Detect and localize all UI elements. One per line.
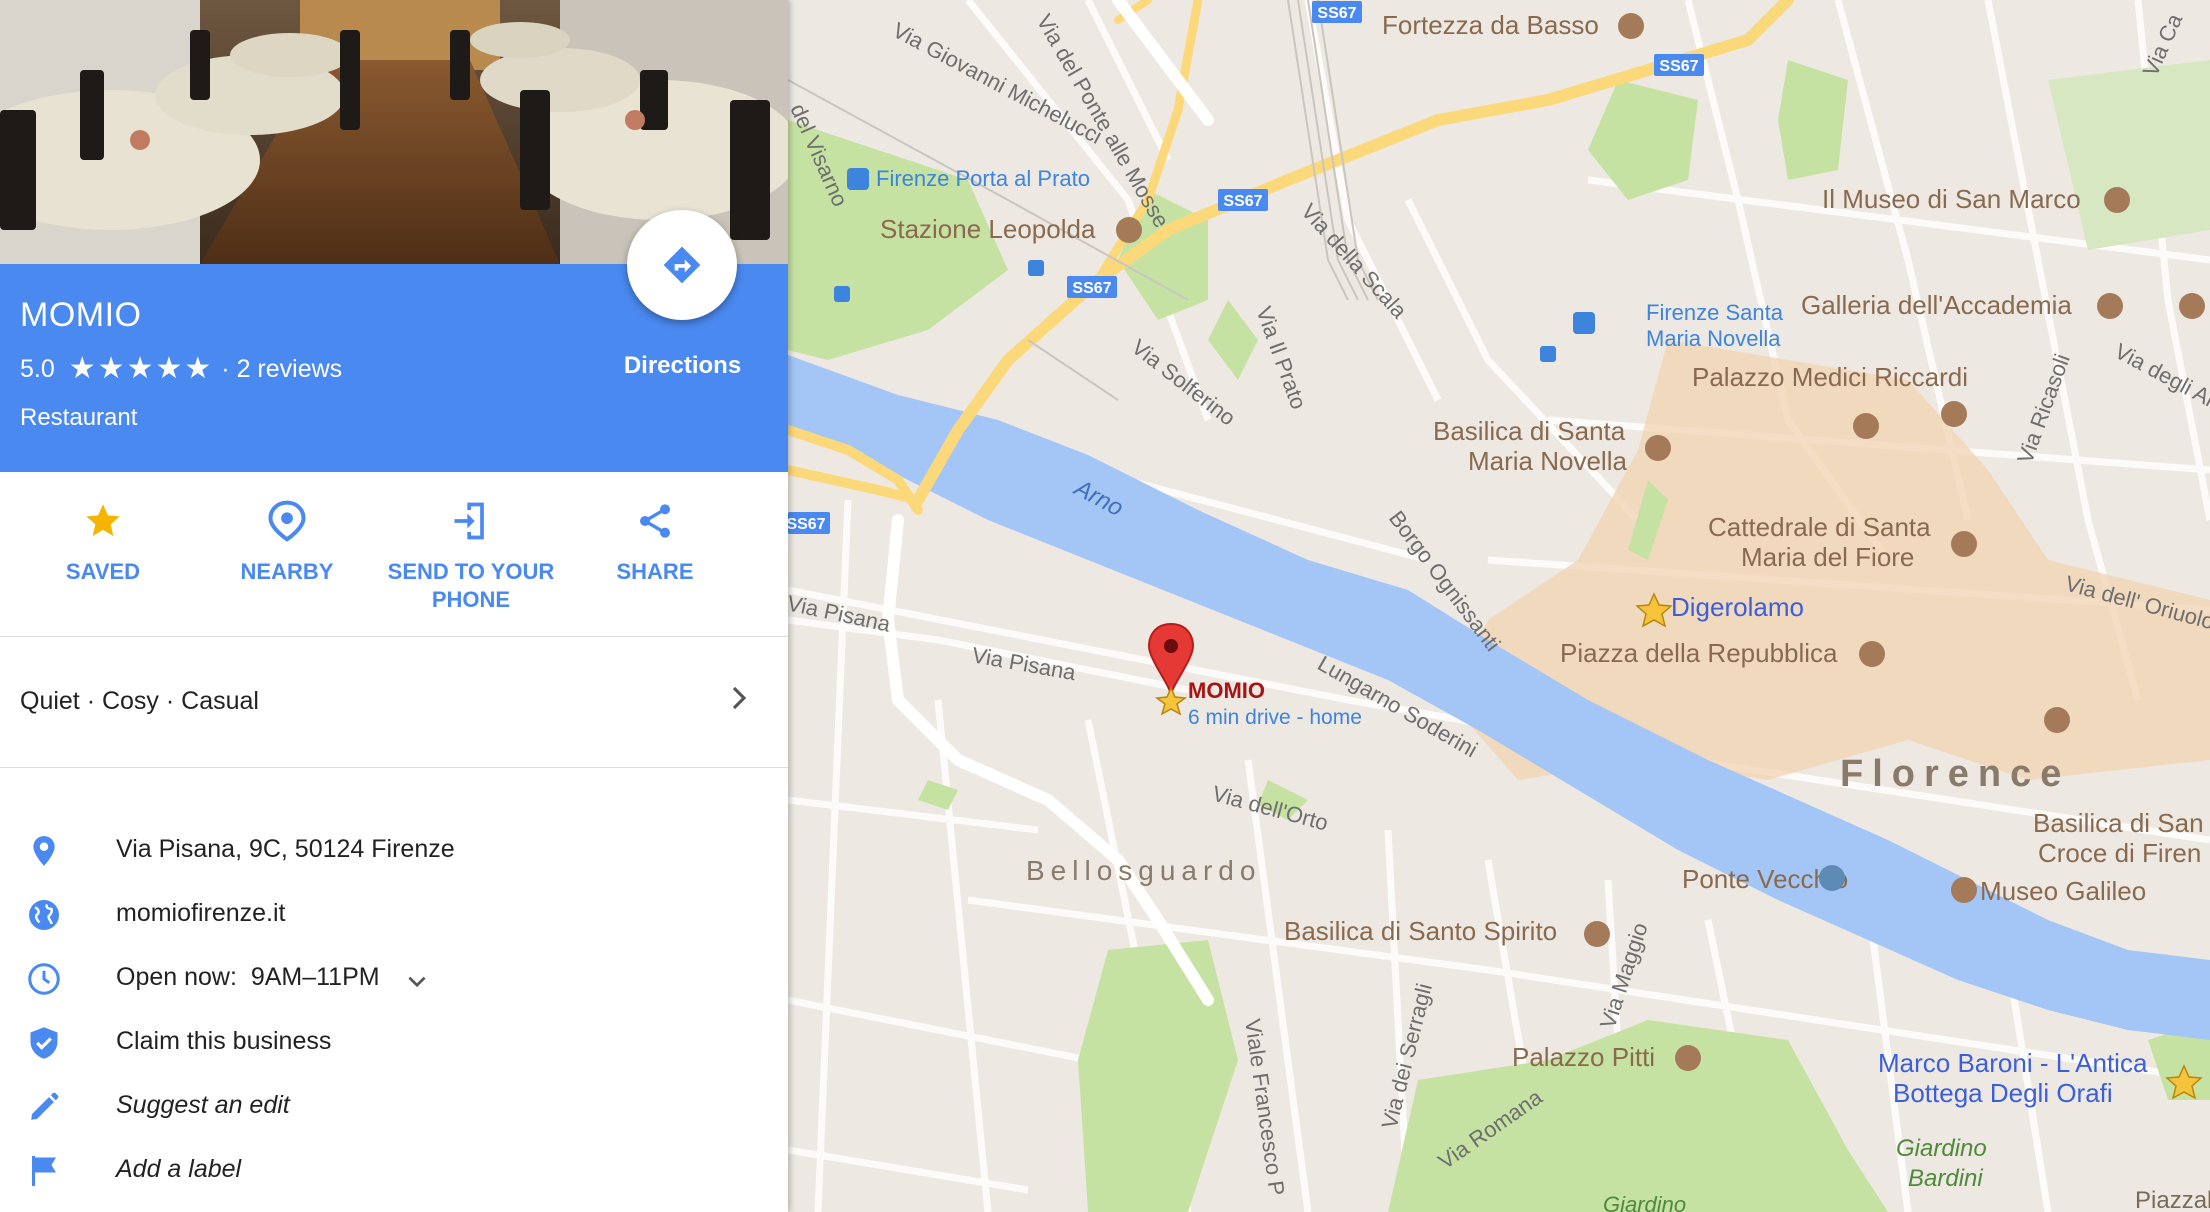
transit-label: Firenze Porta al Prato [876,166,1090,191]
claim-text: Claim this business [116,1027,332,1055]
saved-label: SAVED [65,559,141,584]
park-label: Bardini [1908,1165,1983,1192]
poi-label: Piazza della Repubblica [1560,638,1838,668]
directions-icon [663,246,701,284]
poi-label: Croce di Firen [2038,838,2201,868]
hours-text: Open now: 9AM–11PM [116,963,380,992]
road-shield-label: SS67 [1659,58,1698,75]
nearby-icon [268,500,306,542]
chevron-right-icon [732,686,747,710]
flag-icon [32,1156,56,1186]
place-label: Digerolamo [1671,592,1804,622]
pin-sublabel: 6 min drive - home [1188,706,1362,729]
nearby-button[interactable]: NEARBY [197,496,377,586]
globe-icon [29,900,59,930]
star-icon: ★ [68,352,96,385]
place-category[interactable]: Restaurant [20,404,137,432]
location-pin-icon [33,836,55,866]
road-shield-label: SS67 [1072,280,1111,297]
poi-label: Fortezza da Basso [1382,10,1599,40]
pencil-icon [31,1092,59,1120]
suggest-edit-text: Suggest an edit [116,1091,290,1119]
city-label: Florence [1840,753,2070,795]
share-icon [640,504,670,538]
poi-label: Palazzo Pitti [1512,1042,1655,1072]
park-label: Giardino [1896,1135,1987,1162]
poi-label: Il Museo di San Marco [1822,184,2081,214]
address-row[interactable]: Via Pisana, 9C, 50124 Firenze [0,821,788,877]
poi-label: Piazzale M [2135,1187,2210,1212]
poi-label: Basilica di Santa [1433,416,1626,446]
pin-label: MOMIO [1188,678,1265,703]
transit-label: Firenze Santa [1646,300,1784,325]
star-icon: ★ [97,352,125,385]
atmosphere-row[interactable]: Quiet · Cosy · Casual [0,637,788,768]
nearby-label: NEARBY [240,559,334,584]
place-panel: MOMIO 5.0 ★ ★ ★ ★ ★ · 2 reviews Restaura… [0,0,788,1212]
claim-row[interactable]: Claim this business [0,1013,788,1069]
poi-label: Palazzo Medici Riccardi [1692,362,1968,392]
poi-label: Basilica di Santo Spirito [1284,916,1557,946]
clock-icon [28,963,60,995]
place-label: Bottega Degli Orafi [1893,1078,2113,1108]
star-icon: ★ [126,352,154,385]
send-to-phone-button[interactable]: SEND TO YOUR PHONE [381,496,561,614]
poi-label: Basilica di San [2033,808,2204,838]
send-to-phone-label-2: PHONE [431,587,511,612]
suggest-edit-row[interactable]: Suggest an edit [0,1077,788,1133]
saved-button[interactable]: SAVED [13,496,193,586]
rating-stars: ★ ★ ★ ★ ★ [69,354,214,384]
send-to-phone-label-1: SEND TO YOUR [387,559,555,584]
directions-button[interactable] [627,210,737,320]
place-header: MOMIO 5.0 ★ ★ ★ ★ ★ · 2 reviews Restaura… [0,210,788,472]
chevron-down-icon[interactable] [404,969,430,995]
park-label: Giardino [1603,1192,1686,1212]
star-icon: ★ [155,352,183,385]
poi-label: Museo Galileo [1980,876,2146,906]
hours-prefix: Open now: [116,963,237,991]
hours-row[interactable]: Open now: 9AM–11PM [0,949,788,1005]
rating-row: 5.0 ★ ★ ★ ★ ★ · 2 reviews [20,354,342,384]
poi-label: Maria Novella [1468,446,1627,476]
poi-label: Stazione Leopolda [880,214,1096,244]
add-label-row[interactable]: Add a label [0,1141,788,1197]
verified-shield-icon [30,1027,58,1059]
send-to-phone-icon [454,502,484,540]
share-button[interactable]: SHARE [565,496,745,586]
poi-label: Cattedrale di Santa [1708,512,1931,542]
rating-value: 5.0 [20,354,55,383]
website-row[interactable]: momiofirenze.it [0,885,788,941]
add-label-text: Add a label [116,1155,242,1183]
district-label: Bellosguardo [1026,855,1261,886]
action-bar: SAVED NEARBY SEND TO YOUR PHONE SHARE [0,472,788,637]
place-title: MOMIO [20,296,142,334]
hours-value: 9AM–11PM [250,963,380,991]
map-canvas[interactable]: SS67 SS67 SS67 SS67 SS67 Fortezza da Bas… [788,0,2210,1212]
transit-label: Maria Novella [1646,326,1781,351]
star-icon [86,504,120,536]
place-label: Marco Baroni - L'Antica [1878,1048,2148,1078]
website-link: momiofirenze.it [116,899,286,927]
road-shield-label: SS67 [1317,5,1356,22]
directions-label[interactable]: Directions [600,352,765,380]
star-icon: ★ [184,352,212,385]
poi-label: Maria del Fiore [1741,542,1914,572]
share-label: SHARE [616,559,694,584]
road-shield-label: SS67 [788,516,826,533]
atmosphere-text: Quiet · Cosy · Casual [20,687,259,715]
road-shield-label: SS67 [1223,193,1262,210]
reviews-link[interactable]: · 2 reviews [221,355,342,384]
poi-label: Galleria dell'Accademia [1801,290,2072,320]
address-text: Via Pisana, 9C, 50124 Firenze [116,835,455,863]
